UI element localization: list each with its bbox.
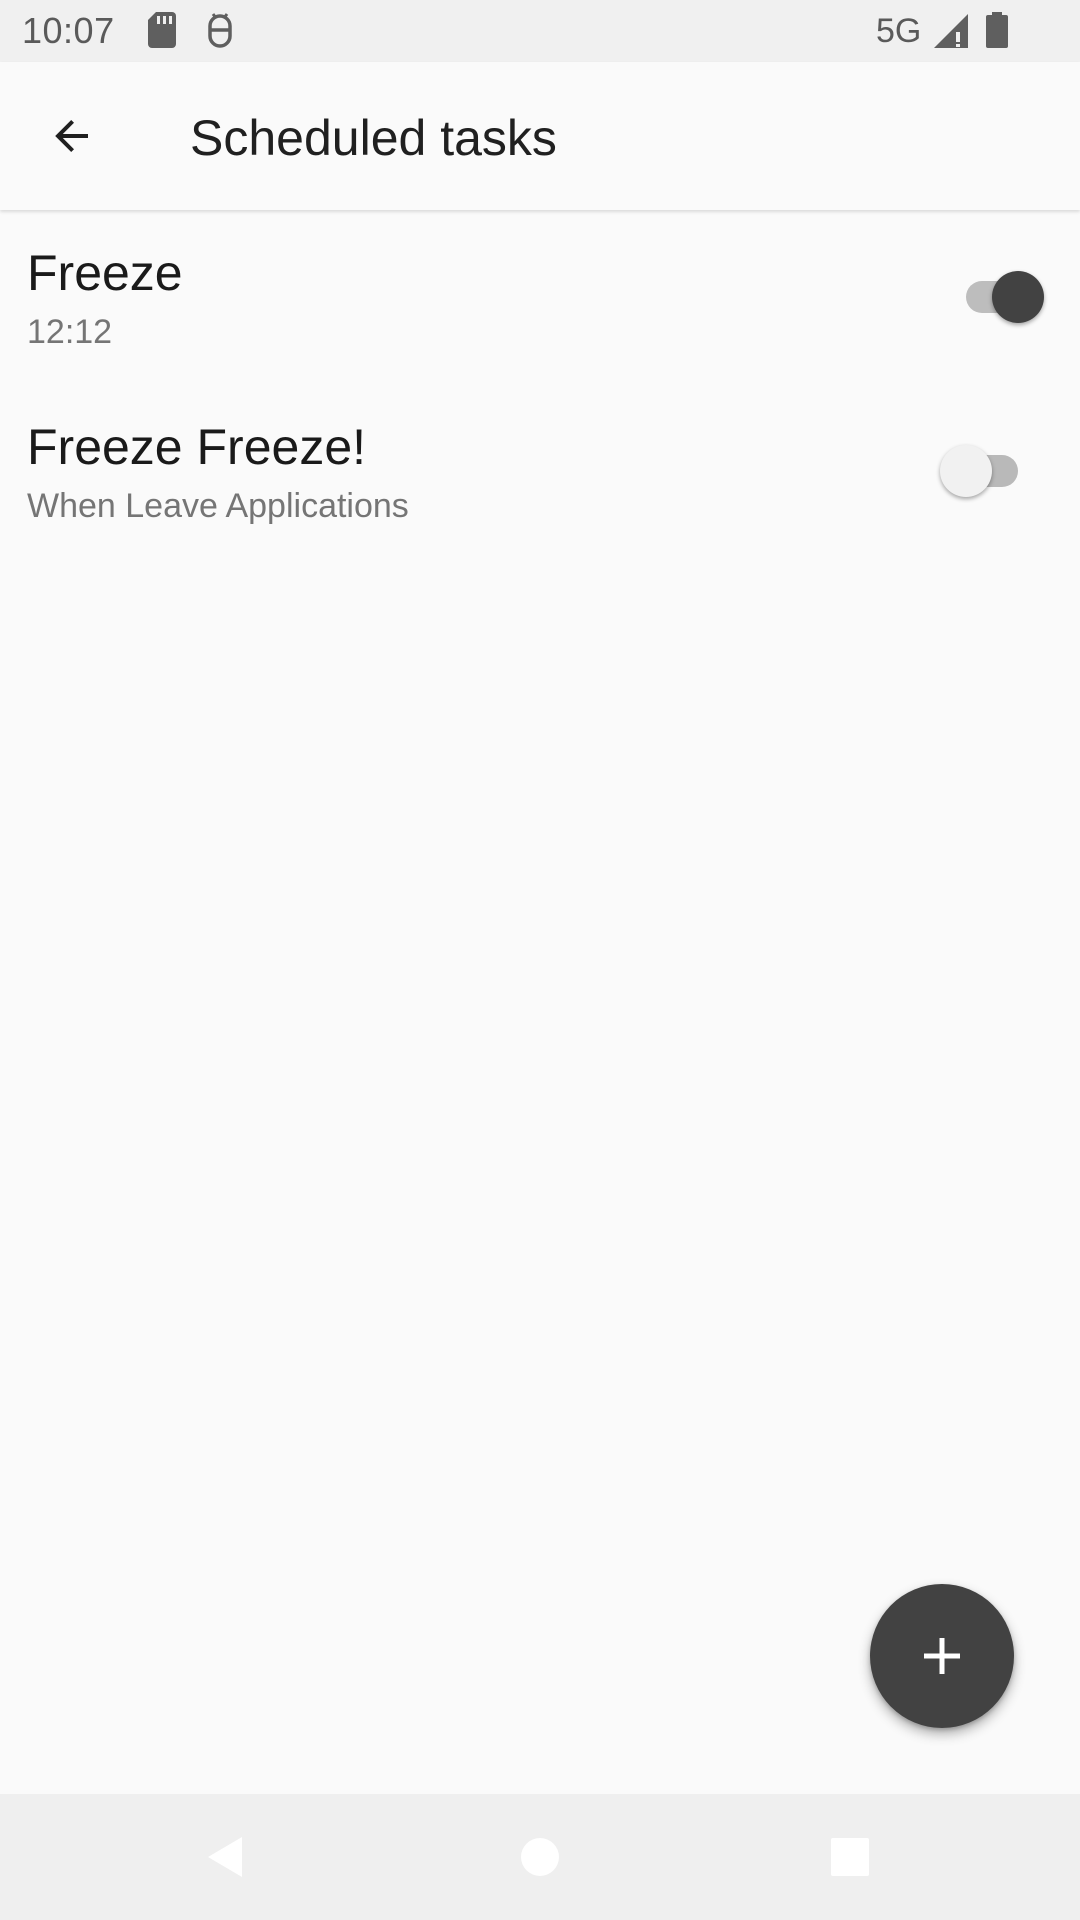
nav-home-button[interactable]: [500, 1817, 580, 1897]
task-title: Freeze: [27, 245, 183, 301]
task-title: Freeze Freeze!: [27, 419, 367, 475]
switch-thumb: [992, 271, 1044, 323]
screen: 10:07 5G Scheduled tasks Freeze 12:12 Fr…: [0, 0, 1080, 1920]
sd-card-icon: [148, 12, 176, 53]
app-bar: Scheduled tasks: [0, 62, 1080, 210]
status-bar: 10:07 5G: [0, 0, 1080, 62]
android-debug-icon: [206, 12, 234, 53]
switch-thumb: [940, 445, 992, 497]
nav-recents-icon: [831, 1838, 869, 1876]
navigation-bar: [0, 1794, 1080, 1920]
nav-recents-button[interactable]: [810, 1817, 890, 1897]
add-task-button[interactable]: [870, 1584, 1014, 1728]
task-toggle-switch[interactable]: [940, 441, 1026, 501]
nav-back-icon: [208, 1837, 242, 1877]
nav-home-icon: [521, 1838, 559, 1876]
nav-back-button[interactable]: [186, 1817, 266, 1897]
battery-icon: [986, 12, 1008, 53]
task-item-freeze[interactable]: Freeze 12:12: [0, 212, 1080, 386]
status-time: 10:07: [22, 10, 115, 51]
signal-icon: [934, 14, 968, 53]
task-toggle-switch[interactable]: [958, 267, 1044, 327]
plus-icon: [924, 1638, 960, 1674]
task-list: Freeze 12:12 Freeze Freeze! When Leave A…: [0, 212, 1080, 560]
arrow-back-icon: [55, 120, 88, 152]
task-subtitle: When Leave Applications: [27, 487, 409, 525]
network-type: 5G: [876, 12, 922, 50]
task-subtitle: 12:12: [27, 313, 113, 351]
page-title: Scheduled tasks: [190, 110, 557, 166]
back-button[interactable]: [36, 100, 108, 172]
task-item-freeze-freeze[interactable]: Freeze Freeze! When Leave Applications: [0, 386, 1080, 560]
